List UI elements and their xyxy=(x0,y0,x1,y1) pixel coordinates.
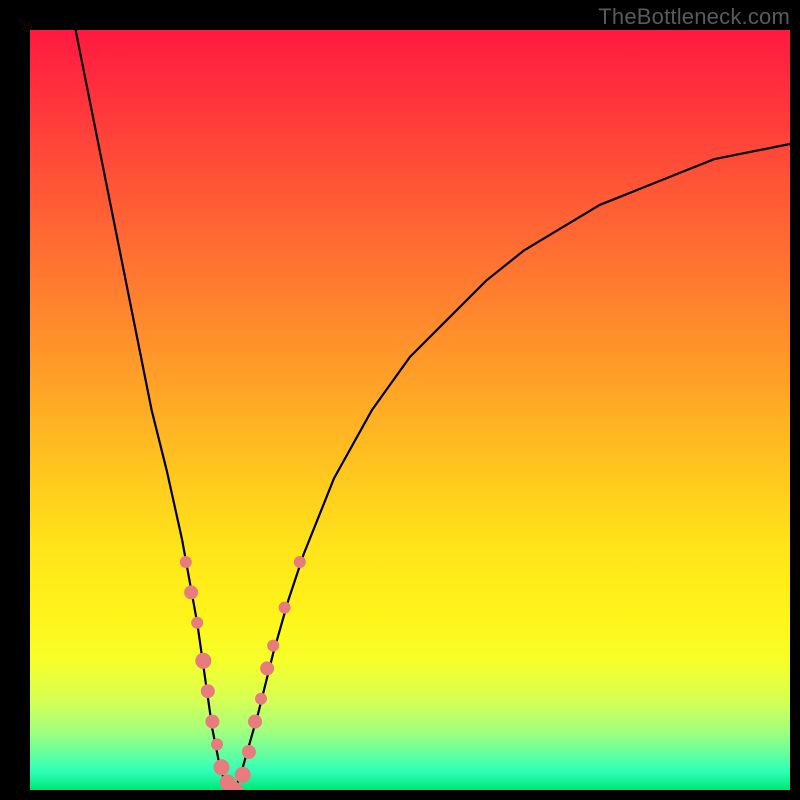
highlight-dot xyxy=(235,767,251,783)
watermark-text: TheBottleneck.com xyxy=(598,4,790,30)
curve-line xyxy=(76,30,790,790)
chart-frame: TheBottleneck.com xyxy=(0,0,800,800)
highlight-dot xyxy=(214,759,230,775)
highlight-dot xyxy=(279,602,291,614)
highlight-dot xyxy=(201,684,215,698)
highlight-dot xyxy=(191,617,203,629)
highlight-dot xyxy=(255,693,267,705)
bottleneck-chart xyxy=(30,30,790,790)
highlight-dot xyxy=(260,661,274,675)
highlight-dot xyxy=(184,585,198,599)
highlight-dot xyxy=(180,556,192,568)
highlight-dot xyxy=(195,653,211,669)
highlight-dot xyxy=(242,745,256,759)
plot-area xyxy=(30,30,790,790)
highlight-dot xyxy=(267,640,279,652)
highlight-dot xyxy=(294,556,306,568)
highlight-dot xyxy=(211,738,223,750)
highlight-dot xyxy=(205,715,219,729)
highlight-dot xyxy=(248,715,262,729)
